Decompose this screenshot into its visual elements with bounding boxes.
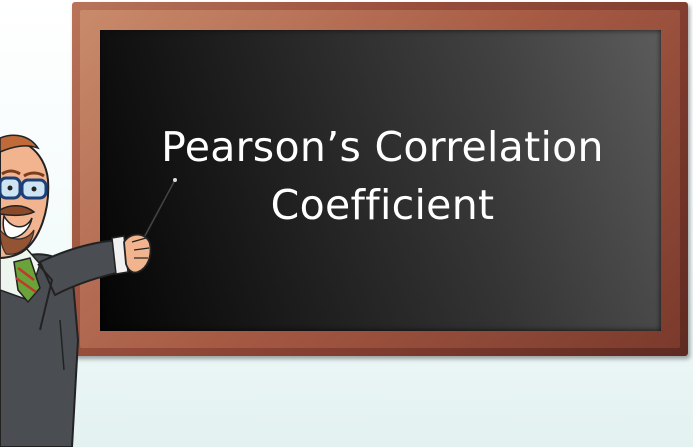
slide-title: Pearson’s Correlation Coefficient [100, 118, 665, 234]
slide: Pearson’s Correlation Coefficient [0, 0, 693, 447]
title-line-1: Pearson’s Correlation [161, 123, 604, 171]
title-line-2: Coefficient [270, 181, 495, 229]
